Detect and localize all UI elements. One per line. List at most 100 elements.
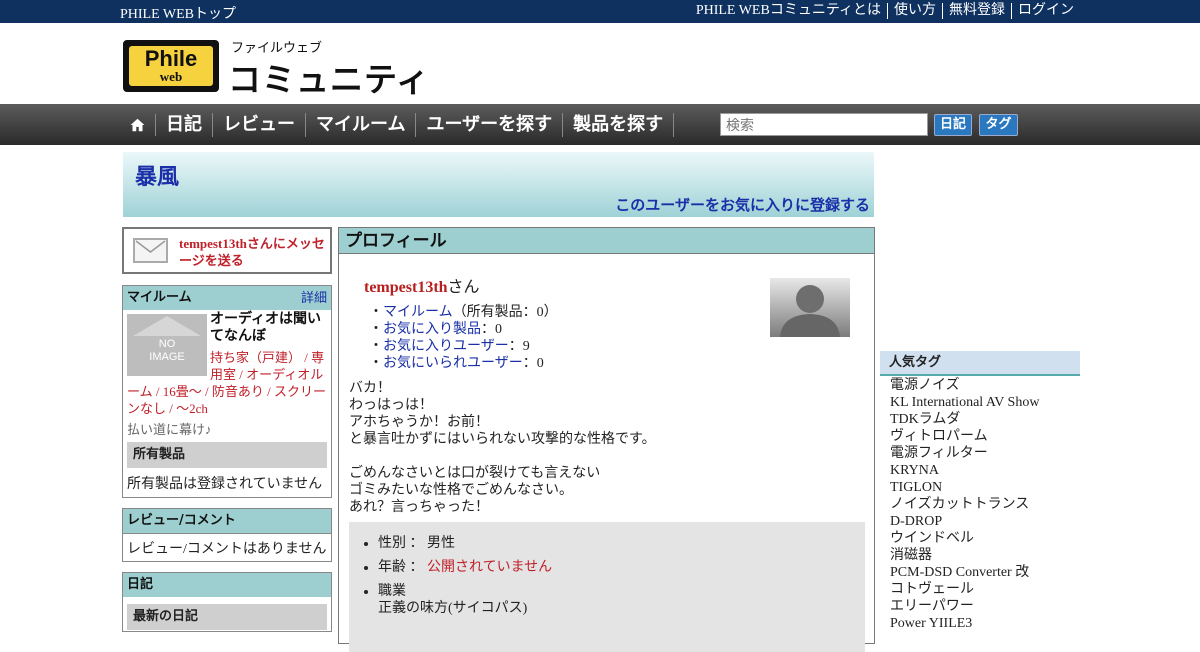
review-box: レビュー/コメント レビュー/コメントはありません xyxy=(122,508,332,562)
send-message-button[interactable]: tempest13thさんにメッセージを送る xyxy=(122,227,332,274)
profile-heading: プロフィール xyxy=(338,227,875,254)
myroom-heading: マイルーム 詳細 xyxy=(123,286,331,310)
review-heading: レビュー/コメント xyxy=(123,509,331,533)
faved-users-count: ：0 xyxy=(522,356,544,371)
bio-line: ゴミみたいな性格でごめんなさい。 xyxy=(349,483,573,498)
profile-san: さん xyxy=(447,279,480,296)
gender-row: 性別 ： 男性 xyxy=(378,535,865,552)
header: Phile web ファイルウェブ コミュニティ xyxy=(0,23,1200,104)
logo-community-title[interactable]: コミュニティ xyxy=(228,53,430,101)
free-register-link[interactable]: 無料登録 xyxy=(942,3,1011,19)
nav-find-products[interactable]: 製品を探す xyxy=(563,112,675,137)
phile-web-top-link[interactable]: PHILE WEBトップ xyxy=(120,3,236,23)
logo-web-text: web xyxy=(159,69,183,84)
fav-products-row: ・お気に入り製品：0 xyxy=(369,322,502,337)
top-links: PHILE WEBコミュニティとは 使い方 無料登録 ログイン xyxy=(690,3,1080,19)
age-value: 公開されていません xyxy=(427,560,553,575)
bio-line: ごめんなさいとは口が裂けても言えない xyxy=(349,466,601,481)
user-nickname: 暴風 xyxy=(135,164,180,189)
profile-myroom-count: （所有製品：0） xyxy=(452,305,558,320)
profile-myroom-link[interactable]: マイルーム xyxy=(383,305,453,320)
search-tag-button[interactable]: タグ xyxy=(979,114,1018,136)
popular-tags-list: 電源ノイズ KL International AV Show TDKラムダ ヴィ… xyxy=(880,376,1080,632)
faved-users-row: ・お気にいられユーザー：0 xyxy=(369,356,544,371)
tag-link[interactable]: KRYNA xyxy=(890,462,1080,479)
main-nav: 日記 レビュー マイルーム ユーザーを探す 製品を探す 日記 タグ xyxy=(0,104,1200,145)
tag-link[interactable]: ウインドベル xyxy=(890,530,1080,547)
age-label: 年齢 ： xyxy=(378,560,427,575)
tag-link[interactable]: エリーパワー xyxy=(890,598,1080,615)
myroom-comment: 払い道に幕け♪ xyxy=(127,422,212,437)
tag-link[interactable]: 電源ノイズ xyxy=(890,377,1080,394)
bio-line: アホちゃうか！お前！ xyxy=(349,415,489,430)
myroom-box: マイルーム 詳細 NO IMAGE オーディオは聞いてなんぼ 持ち家（戸建） /… xyxy=(122,285,332,498)
myroom-tags-2[interactable]: ーム / 16畳～ / 防音あり / スクリー xyxy=(127,383,332,400)
bio-line: と暴言吐かずにはいられない攻撃的な性格です。 xyxy=(349,432,656,447)
phile-web-logo[interactable]: Phile web xyxy=(123,40,219,92)
about-community-link[interactable]: PHILE WEBコミュニティとは xyxy=(690,3,887,19)
nav-diary[interactable]: 日記 xyxy=(156,112,213,137)
bio-line: わっはっは！ xyxy=(349,398,433,413)
owned-products-heading: 所有製品 xyxy=(127,442,327,468)
job-value: 正義の味方(サイコパス) xyxy=(378,601,528,616)
search-diary-button[interactable]: 日記 xyxy=(934,114,972,136)
myroom-title: マイルーム xyxy=(127,290,192,305)
home-icon[interactable] xyxy=(120,113,156,136)
fav-users-link[interactable]: お気に入りユーザー xyxy=(383,339,509,354)
user-avatar xyxy=(770,278,850,337)
profile-bio: バカ！ わっはっは！ アホちゃうか！お前！ と暴言吐かずにはいられない攻撃的な性… xyxy=(349,380,865,516)
diary-heading: 日記 xyxy=(123,573,331,597)
profile-attributes: 性別 ： 男性 年齢 ： 公開されていません 職業正義の味方(サイコパス) xyxy=(349,522,865,652)
job-label: 職業 xyxy=(378,584,406,599)
no-image-text-2: IMAGE xyxy=(149,351,185,363)
myroom-tags-3[interactable]: ンなし / ～2ch xyxy=(127,400,332,417)
nav-myroom[interactable]: マイルーム xyxy=(306,112,417,137)
tag-link[interactable]: TIGLON xyxy=(890,479,1080,496)
right-column: 人気タグ 電源ノイズ KL International AV Show TDKラ… xyxy=(880,351,1080,632)
left-column: tempest13thさんにメッセージを送る マイルーム 詳細 NO IMAGE… xyxy=(122,227,332,642)
how-to-use-link[interactable]: 使い方 xyxy=(887,3,942,19)
profile-username: tempest13th xyxy=(364,279,448,296)
tag-link[interactable]: ノイズカットトランス xyxy=(890,496,1080,513)
fav-products-link[interactable]: お気に入り製品 xyxy=(383,322,481,337)
diary-box: 日記 最新の日記 xyxy=(122,572,332,632)
search-input[interactable] xyxy=(720,113,928,136)
myroom-detail-link[interactable]: 詳細 xyxy=(301,286,327,310)
tag-link[interactable]: D-DROP xyxy=(890,513,1080,530)
bio-line: バカ！ xyxy=(349,381,391,396)
logo-phile-text: Phile xyxy=(144,46,198,71)
myroom-tags-1[interactable]: 持ち家（戸建） / 専用室 / オーディオル xyxy=(210,349,328,383)
tag-link[interactable]: Power YIILE3 xyxy=(890,615,1080,632)
login-link[interactable]: ログイン xyxy=(1011,3,1080,19)
nav-review[interactable]: レビュー xyxy=(213,112,306,137)
owned-products-empty: 所有製品は登録されていません xyxy=(127,477,323,492)
tag-link[interactable]: TDKラムダ xyxy=(890,411,1080,428)
fav-users-count: ：9 xyxy=(508,339,530,354)
send-message-label: tempest13thさんにメッセージを送る xyxy=(179,236,325,268)
myroom-content: NO IMAGE オーディオは聞いてなんぼ 持ち家（戸建） / 専用室 / オー… xyxy=(123,310,331,442)
gender-value: 男性 xyxy=(427,536,455,551)
fav-products-count: ：0 xyxy=(481,322,502,337)
user-banner: 暴風 このユーザーをお気に入りに登録する xyxy=(123,152,874,217)
age-row: 年齢 ： 公開されていません xyxy=(378,559,865,576)
tag-link[interactable]: KL International AV Show xyxy=(890,394,1080,411)
tag-link[interactable]: 電源フィルター xyxy=(890,445,1080,462)
add-favorite-user-link[interactable]: このユーザーをお気に入りに登録する xyxy=(615,194,870,215)
myroom-title-link[interactable]: オーディオは聞いてなんぼ xyxy=(210,311,328,345)
no-image-text-1: NO xyxy=(158,338,176,350)
latest-diary-heading: 最新の日記 xyxy=(127,604,327,630)
bio-line: あれ？言っちゃった！ xyxy=(349,500,489,515)
tag-link[interactable]: コトヴェール xyxy=(890,581,1080,598)
profile-section: プロフィール tempest13thさん ・マイルーム（所有製品：0） ・お気に… xyxy=(338,227,875,652)
top-bar: PHILE WEBトップ PHILE WEBコミュニティとは 使い方 無料登録 … xyxy=(0,0,1200,23)
profile-links: ・マイルーム（所有製品：0） ・お気に入り製品：0 ・お気に入りユーザー：9 ・… xyxy=(369,304,558,372)
job-row: 職業正義の味方(サイコパス) xyxy=(378,583,865,617)
envelope-icon xyxy=(133,238,168,263)
tag-link[interactable]: ヴィトロパーム xyxy=(890,428,1080,445)
faved-users-link[interactable]: お気にいられユーザー xyxy=(383,356,523,371)
fav-users-row: ・お気に入りユーザー：9 xyxy=(369,339,530,354)
nav-find-users[interactable]: ユーザーを探す xyxy=(416,112,564,137)
no-image-placeholder[interactable]: NO IMAGE xyxy=(127,314,207,376)
tag-link[interactable]: 消磁器 xyxy=(890,547,1080,564)
tag-link[interactable]: PCM-DSD Converter 改 xyxy=(890,564,1080,581)
